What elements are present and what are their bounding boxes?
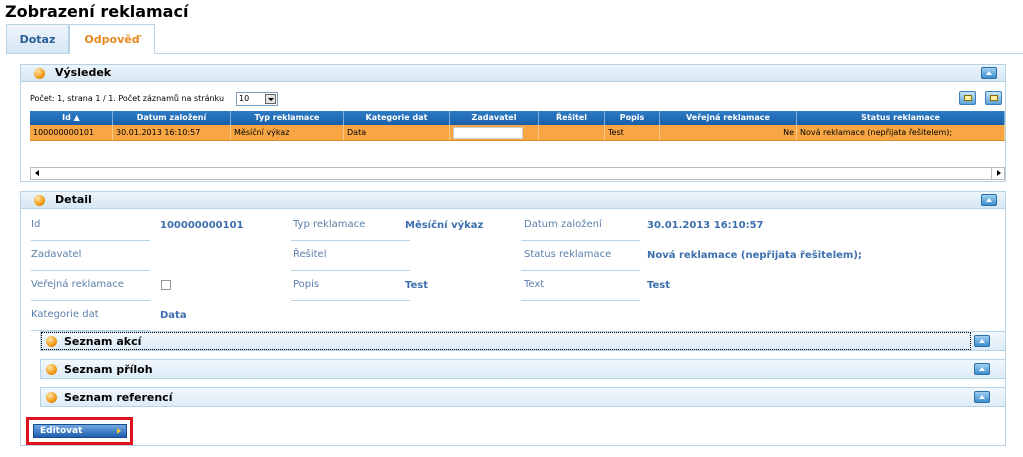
value-id: 100000000101 <box>160 220 244 231</box>
column-header-verejna[interactable]: Veřejná reklamace <box>660 111 797 125</box>
highlight-frame: Editovat <box>26 417 133 445</box>
tab-dotaz[interactable]: Dotaz <box>6 24 69 54</box>
arrow-right-icon <box>117 428 121 434</box>
print-icon <box>990 95 998 101</box>
column-header-typ[interactable]: Typ reklamace <box>231 111 344 125</box>
label-status: Status reklamace <box>524 249 612 260</box>
value-status: Nová reklamace (nepřijata řešitelem); <box>647 250 862 261</box>
table-row[interactable]: 100000000101 30.01.2013 16:10:57 Měsíční… <box>30 125 1005 141</box>
column-header-datum[interactable]: Datum založení <box>113 111 231 125</box>
zadavatel-value-box <box>453 127 523 139</box>
grid-header: Id ▲ Datum založení Typ reklamace Katego… <box>30 111 1005 125</box>
label-id: Id <box>31 219 41 230</box>
tab-bar: Dotaz Odpověď <box>6 24 1023 54</box>
label-kategorie: Kategorie dat <box>31 309 99 320</box>
detail-panel: Detail Id 100000000101 Typ reklamace Měs… <box>20 191 1006 446</box>
edit-button-label: Editovat <box>40 426 83 436</box>
column-header-zadavatel[interactable]: Zadavatel <box>450 111 539 125</box>
collapse-up-icon[interactable] <box>981 194 997 206</box>
divider <box>521 240 640 241</box>
scroll-right-icon[interactable] <box>991 168 1004 179</box>
divider <box>31 240 150 241</box>
collapse-up-icon[interactable] <box>974 363 990 375</box>
label-popis: Popis <box>293 279 320 290</box>
export-button[interactable] <box>959 91 976 105</box>
scroll-left-icon[interactable] <box>31 168 44 179</box>
detail-panel-header: Detail <box>21 192 1005 209</box>
print-button[interactable] <box>985 91 1002 105</box>
page-title: Zobrazení reklamací <box>5 2 189 21</box>
cell-kategorie: Data <box>344 125 450 140</box>
value-text: Test <box>647 280 671 291</box>
label-verejna: Veřejná reklamace <box>31 279 124 290</box>
focus-outline <box>41 332 971 350</box>
collapse-up-icon[interactable] <box>974 391 990 403</box>
section-seznam-akci[interactable]: Seznam akcí <box>40 331 1006 351</box>
paging-info: Počet: 1, strana 1 / 1. Počet záznamů na… <box>30 94 225 103</box>
divider <box>291 270 410 271</box>
detail-panel-title: Detail <box>55 193 92 206</box>
column-header-kategorie[interactable]: Kategorie dat <box>344 111 450 125</box>
column-header-popis[interactable]: Popis <box>605 111 660 125</box>
divider <box>31 270 150 271</box>
section-seznam-referenci[interactable]: Seznam referencí <box>40 387 1006 407</box>
value-kategorie: Data <box>160 310 187 321</box>
result-panel: Výsledek Počet: 1, strana 1 / 1. Počet z… <box>20 64 1006 182</box>
value-datum: 30.01.2013 16:10:57 <box>647 220 764 231</box>
tab-divider <box>6 53 1023 54</box>
collapse-up-icon[interactable] <box>981 67 997 79</box>
cell-resitel <box>539 125 605 140</box>
section-title: Seznam referencí <box>64 391 173 404</box>
orange-ball-icon <box>46 364 57 375</box>
export-icon <box>964 95 972 101</box>
label-typ: Typ reklamace <box>293 219 366 230</box>
cell-verejna: Ne <box>660 125 797 140</box>
divider <box>291 300 410 301</box>
orange-ball-icon <box>46 336 57 347</box>
label-datum: Datum založení <box>524 219 602 230</box>
cell-datum: 30.01.2013 16:10:57 <box>113 125 231 140</box>
dropdown-arrow-icon[interactable] <box>265 94 276 104</box>
verejna-checkbox[interactable] <box>161 280 171 290</box>
value-typ: Měsíční výkaz <box>405 220 484 231</box>
tab-odpoved[interactable]: Odpověď <box>69 24 155 54</box>
label-resitel: Řešitel <box>293 249 327 260</box>
divider <box>521 270 640 271</box>
page-size-value: 10 <box>239 94 250 103</box>
section-title: Seznam příloh <box>64 363 153 376</box>
cell-status: Nová reklamace (nepřijata řešitelem); <box>797 125 1005 140</box>
cell-popis: Test <box>605 125 660 140</box>
horizontal-scrollbar[interactable] <box>30 167 1005 180</box>
edit-button[interactable]: Editovat <box>33 424 127 438</box>
label-zadavatel: Zadavatel <box>31 249 82 260</box>
result-panel-title: Výsledek <box>55 66 112 79</box>
orange-ball-icon <box>34 68 45 79</box>
column-header-status[interactable]: Status reklamace <box>797 111 1005 125</box>
divider <box>31 300 150 301</box>
section-title: Seznam akcí <box>64 335 142 348</box>
divider <box>521 300 640 301</box>
column-header-resitel[interactable]: Řešitel <box>539 111 605 125</box>
value-popis: Test <box>405 280 429 291</box>
cell-id: 100000000101 <box>30 125 113 140</box>
orange-ball-icon <box>46 392 57 403</box>
result-grid: Id ▲ Datum založení Typ reklamace Katego… <box>30 111 1005 141</box>
orange-ball-icon <box>34 195 45 206</box>
result-panel-header: Výsledek <box>21 65 1005 82</box>
cell-typ: Měsíční výkaz <box>231 125 344 140</box>
section-seznam-priloh[interactable]: Seznam příloh <box>40 359 1006 379</box>
column-header-id[interactable]: Id ▲ <box>30 111 113 125</box>
divider <box>291 240 410 241</box>
collapse-up-icon[interactable] <box>974 335 990 347</box>
label-text: Text <box>524 279 545 290</box>
page-size-select[interactable]: 10 <box>236 92 278 106</box>
cell-zadavatel <box>450 125 539 140</box>
